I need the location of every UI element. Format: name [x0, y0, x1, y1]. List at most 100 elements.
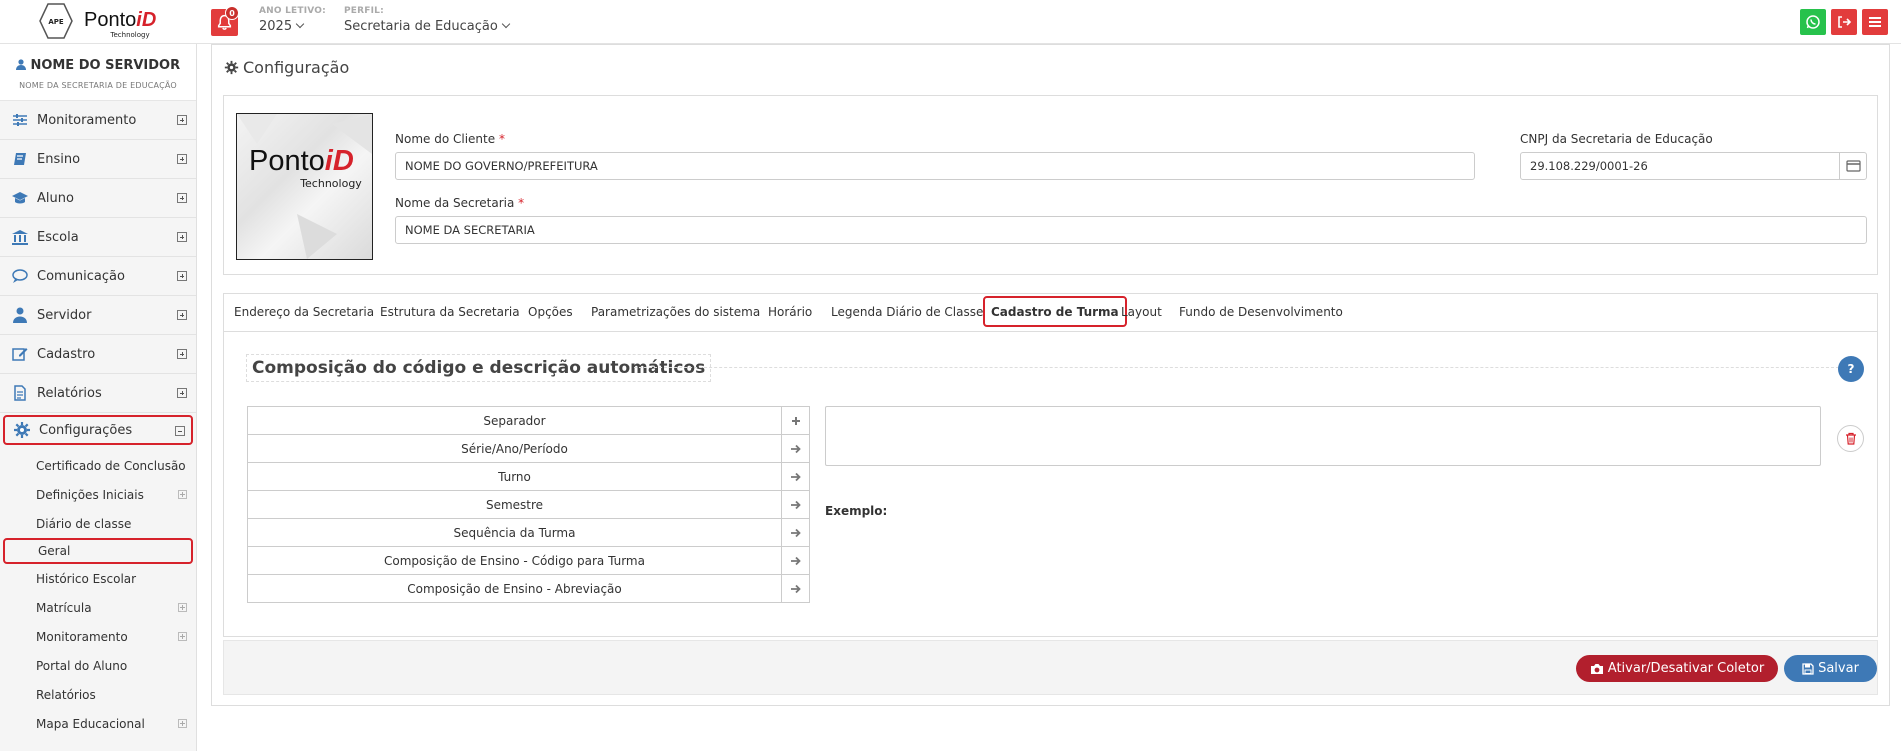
- nome-secretaria-input[interactable]: NOME DA SECRETARIA: [395, 216, 1867, 244]
- add-separator-button[interactable]: [781, 407, 809, 434]
- sidebar-item-ensino[interactable]: Ensino: [0, 140, 196, 179]
- sidebar-subitem-historico[interactable]: Histórico Escolar: [0, 564, 196, 593]
- sidebar-subitem-diario[interactable]: Diário de classe: [0, 509, 196, 538]
- add-component-button[interactable]: [781, 463, 809, 490]
- add-component-button[interactable]: [781, 519, 809, 546]
- list-item: Composição de Ensino - Código para Turma: [247, 546, 810, 575]
- ano-letivo-value: 2025: [259, 19, 293, 34]
- sidebar-item-configuracoes[interactable]: Configurações: [3, 415, 193, 445]
- perfil-value: Secretaria de Educação: [344, 19, 498, 34]
- nome-cliente-label: Nome do Cliente *: [395, 132, 505, 146]
- list-item: Turno: [247, 462, 810, 491]
- sidebar-item-comunicacao[interactable]: Comunicação: [0, 257, 196, 296]
- toggle-coletor-button[interactable]: Ativar/Desativar Coletor: [1576, 655, 1778, 682]
- add-component-button[interactable]: [781, 435, 809, 462]
- logout-button[interactable]: [1831, 9, 1857, 35]
- sidebar-subitem-portal[interactable]: Portal do Aluno: [0, 651, 196, 680]
- expand-icon: [178, 490, 187, 499]
- tab-opcoes[interactable]: Opções: [528, 305, 573, 319]
- sidebar-subitem-mapa[interactable]: Mapa Educacional: [0, 709, 196, 738]
- tab-legenda[interactable]: Legenda Diário de Classe: [831, 305, 983, 319]
- sidebar-item-label: Escola: [37, 229, 79, 245]
- sidebar-item-relatorios[interactable]: Relatórios: [0, 374, 196, 413]
- composition-dropzone[interactable]: [825, 406, 1821, 466]
- sidebar-subitem-definicoes[interactable]: Definições Iniciais: [0, 480, 196, 509]
- bank-icon: [12, 230, 28, 245]
- user-name-text: NOME DO SERVIDOR: [30, 58, 181, 73]
- chevron-down-icon: [295, 19, 305, 29]
- toggle-coletor-label: Ativar/Desativar Coletor: [1607, 661, 1765, 676]
- list-item-label: Composição de Ensino - Abreviação: [407, 581, 622, 596]
- client-logo-upload[interactable]: PontoiD Technology: [236, 113, 373, 260]
- sidebar-item-aluno[interactable]: Aluno: [0, 179, 196, 218]
- cnpj-input[interactable]: 29.108.229/0001-26: [1520, 152, 1867, 180]
- tab-horario[interactable]: Horário: [768, 305, 812, 319]
- gear-icon: [224, 60, 239, 75]
- list-item: Separador: [247, 406, 810, 435]
- sidebar-item-label: Comunicação: [37, 268, 125, 284]
- add-component-button[interactable]: [781, 575, 809, 602]
- expand-icon: [177, 349, 187, 359]
- add-component-button[interactable]: [781, 491, 809, 518]
- graduation-cap-icon: [12, 192, 28, 204]
- tab-estrutura[interactable]: Estrutura da Secretaria: [380, 305, 520, 319]
- main-panel: Configuração PontoiD Technology Nome do …: [211, 44, 1890, 706]
- menu-toggle-button[interactable]: [1862, 9, 1888, 35]
- user-icon: [15, 59, 26, 70]
- tab-cadastro-turma[interactable]: Cadastro de Turma: [983, 296, 1127, 327]
- sidebar-item-escola[interactable]: Escola: [0, 218, 196, 257]
- sidebar-item-label: Cadastro: [37, 346, 96, 362]
- ano-letivo-select[interactable]: 2025: [259, 19, 305, 34]
- collapse-icon: [175, 426, 185, 436]
- tab-fundo[interactable]: Fundo de Desenvolvimento: [1179, 305, 1343, 319]
- sidebar: NOME DO SERVIDOR NOME DA SECRETARIA DE E…: [0, 44, 197, 751]
- clear-composition-button[interactable]: [1837, 425, 1864, 452]
- sidebar-subitem-label: Mapa Educacional: [36, 716, 145, 731]
- logo-badge: APE: [48, 18, 64, 26]
- expand-icon: [177, 115, 187, 125]
- sidebar-subitem-monitoramento[interactable]: Monitoramento: [0, 622, 196, 651]
- save-button[interactable]: Salvar: [1784, 655, 1877, 682]
- sidebar-item-cadastro[interactable]: Cadastro: [0, 335, 196, 374]
- cnpj-value: 29.108.229/0001-26: [1530, 159, 1648, 173]
- sidebar-item-monitoramento[interactable]: Monitoramento: [0, 101, 196, 140]
- sliders-icon: [13, 114, 27, 126]
- expand-icon: [177, 232, 187, 242]
- sidebar-subitem-label: Relatórios: [36, 687, 96, 702]
- client-logo-text: PontoiD: [249, 145, 354, 177]
- section-title: Composição do código e descrição automát…: [246, 354, 712, 382]
- sidebar-subitem-label: Matrícula: [36, 600, 92, 615]
- floppy-disk-icon: [1802, 662, 1814, 675]
- sidebar-item-servidor[interactable]: Servidor: [0, 296, 196, 335]
- expand-icon: [178, 603, 187, 612]
- sidebar-subitem-label: Diário de classe: [36, 516, 132, 531]
- list-item-label: Separador: [483, 413, 546, 428]
- list-item-label: Turno: [498, 469, 531, 484]
- help-button[interactable]: ?: [1838, 356, 1864, 382]
- cnpj-label: CNPJ da Secretaria de Educação: [1520, 132, 1713, 146]
- sidebar-subitem-geral[interactable]: Geral: [3, 538, 193, 564]
- user-icon: [13, 307, 27, 323]
- tab-bar: Endereço da Secretaria Estrutura da Secr…: [224, 294, 1877, 332]
- perfil-select[interactable]: Secretaria de Educação: [344, 19, 511, 34]
- sidebar-subitem-matricula[interactable]: Matrícula: [0, 593, 196, 622]
- chat-bubble-icon: [12, 269, 28, 283]
- nome-secretaria-label-text: Nome da Secretaria: [395, 196, 515, 210]
- nome-cliente-label-text: Nome do Cliente: [395, 132, 496, 146]
- logo-subtext: Technology: [109, 31, 149, 39]
- tab-endereco[interactable]: Endereço da Secretaria: [234, 305, 374, 319]
- list-item: Sequência da Turma: [247, 518, 810, 547]
- sidebar-subitem-relatorios[interactable]: Relatórios: [0, 680, 196, 709]
- sidebar-subitem-certificado[interactable]: Certificado de Conclusão: [0, 451, 196, 480]
- add-component-button[interactable]: [781, 547, 809, 574]
- arrow-right-icon: [791, 444, 801, 453]
- sidebar-subitem-label: Definições Iniciais: [36, 487, 144, 502]
- whatsapp-button[interactable]: [1800, 9, 1826, 35]
- list-item-label: Série/Ano/Período: [461, 441, 568, 456]
- tab-parametrizacoes[interactable]: Parametrizações do sistema: [591, 305, 760, 319]
- nome-cliente-input[interactable]: NOME DO GOVERNO/PREFEITURA: [395, 152, 1475, 180]
- list-item-label: Sequência da Turma: [453, 525, 576, 540]
- pontoid-logo[interactable]: APE PontoiD Technology: [38, 0, 158, 42]
- sidebar-subitem-label: Histórico Escolar: [36, 571, 137, 586]
- tab-layout[interactable]: Layout: [1121, 305, 1162, 319]
